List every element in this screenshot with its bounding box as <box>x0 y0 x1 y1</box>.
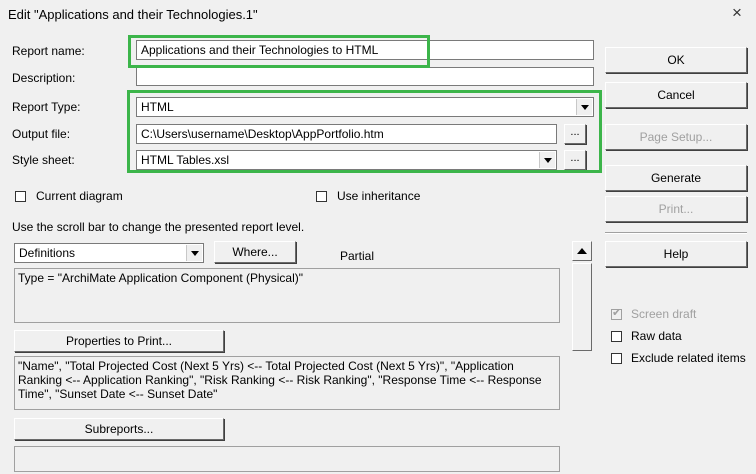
use-inheritance-checkbox[interactable] <box>316 191 327 202</box>
screen-draft-label: Screen draft <box>631 307 697 321</box>
subreports-text <box>14 446 560 472</box>
exclude-related-items-label: Exclude related items <box>631 351 746 365</box>
print-button[interactable]: Print... <box>605 196 747 222</box>
highlight-box-report-name <box>128 35 430 68</box>
report-level-select[interactable]: Definitions <box>14 243 204 263</box>
properties-to-print-button[interactable]: Properties to Print... <box>14 330 224 352</box>
description-input[interactable] <box>136 67 594 86</box>
raw-data-label: Raw data <box>631 329 682 343</box>
current-diagram-checkbox[interactable] <box>15 191 26 202</box>
current-diagram-label: Current diagram <box>36 189 123 203</box>
properties-text: "Name", "Total Projected Cost (Next 5 Yr… <box>14 356 560 410</box>
subreports-button[interactable]: Subreports... <box>14 418 224 440</box>
output-file-label: Output file: <box>12 127 71 141</box>
chevron-down-icon[interactable] <box>186 245 202 261</box>
close-icon[interactable]: × <box>728 4 746 22</box>
screen-draft-checkbox[interactable] <box>611 306 622 320</box>
report-level-value: Definitions <box>19 246 76 260</box>
divider <box>605 232 747 234</box>
help-button[interactable]: Help <box>605 241 747 267</box>
raw-data-checkbox[interactable] <box>611 331 622 342</box>
report-type-label: Report Type: <box>12 100 81 114</box>
ok-button[interactable]: OK <box>605 47 747 73</box>
scroll-up-icon[interactable] <box>572 241 592 261</box>
use-inheritance-label: Use inheritance <box>337 189 421 203</box>
generate-button[interactable]: Generate <box>605 165 747 191</box>
scrollbar-thumb[interactable] <box>572 263 592 351</box>
partial-label: Partial <box>340 249 375 263</box>
page-setup-button[interactable]: Page Setup... <box>605 124 747 150</box>
scroll-hint-text: Use the scroll bar to change the present… <box>12 220 305 234</box>
report-name-label: Report name: <box>12 44 85 58</box>
exclude-related-items-checkbox[interactable] <box>611 353 622 364</box>
cancel-button[interactable]: Cancel <box>605 82 747 108</box>
type-filter-text: Type = "ArchiMate Application Component … <box>14 268 560 323</box>
dialog-title: Edit "Applications and their Technologie… <box>8 7 258 22</box>
style-sheet-label: Style sheet: <box>12 153 75 167</box>
description-label: Description: <box>12 71 76 85</box>
where-button[interactable]: Where... <box>214 241 296 263</box>
report-level-scrollbar[interactable] <box>572 241 592 474</box>
highlight-box-output-settings <box>127 90 602 173</box>
